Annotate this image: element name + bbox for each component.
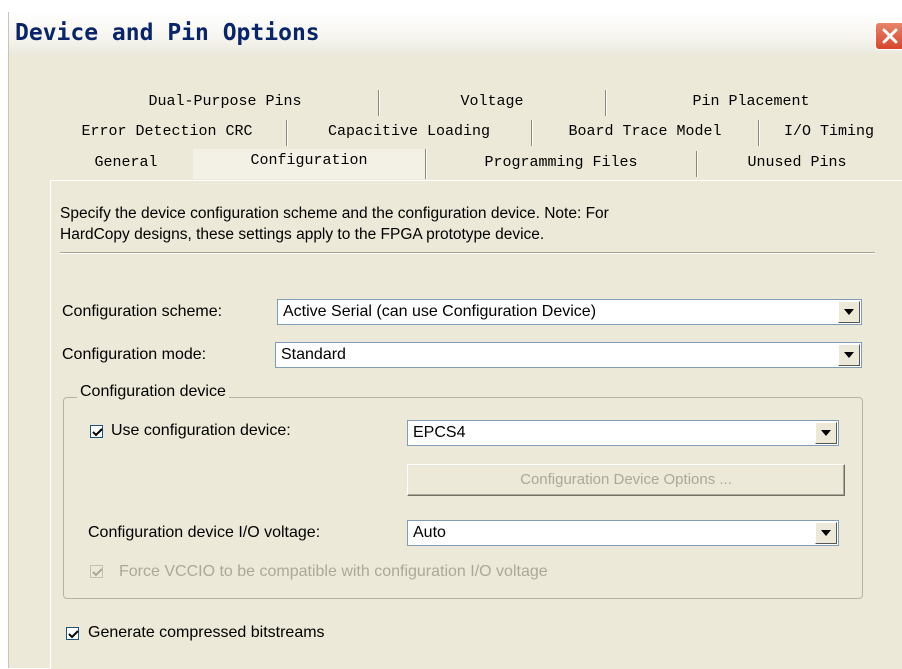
configuration-device-options-button[interactable]: Configuration Device Options ... (407, 464, 845, 496)
close-icon (882, 28, 898, 44)
device-select[interactable]: EPCS4 (407, 420, 839, 446)
tab-pin-placement[interactable]: Pin Placement (606, 90, 896, 116)
checkmark-icon (68, 630, 79, 639)
tab-configuration[interactable]: Configuration (193, 149, 426, 179)
tab-label: I/O Timing (783, 123, 874, 140)
chevron-down-icon[interactable] (838, 344, 860, 366)
tab-unused-pins[interactable]: Unused Pins (697, 151, 897, 177)
use-device-checkbox[interactable] (90, 425, 103, 438)
io-voltage-select[interactable]: Auto (407, 520, 839, 546)
tab-label: Voltage (460, 93, 524, 110)
divider (60, 252, 875, 254)
tab-io-timing[interactable]: I/O Timing (759, 120, 899, 146)
tab-label: Board Trace Model (568, 123, 722, 140)
tab-label: Configuration (250, 152, 368, 169)
panel-description: Specify the device configuration scheme … (60, 203, 830, 245)
mode-label: Configuration mode: (62, 346, 207, 363)
close-button[interactable] (875, 22, 902, 50)
tab-dual-purpose-pins[interactable]: Dual-Purpose Pins (72, 90, 379, 116)
compressed-label: Generate compressed bitstreams (88, 624, 325, 641)
io-voltage-label: Configuration device I/O voltage: (88, 524, 321, 541)
tab-voltage[interactable]: Voltage (379, 90, 606, 116)
mode-select[interactable]: Standard (275, 342, 862, 368)
checkmark-icon (92, 568, 103, 577)
title-bar[interactable]: Device and Pin Options (9, 12, 902, 54)
compressed-checkbox[interactable] (66, 627, 79, 640)
tab-general[interactable]: General (60, 151, 192, 177)
scheme-label: Configuration scheme: (62, 303, 223, 320)
tab-label: Pin Placement (692, 93, 810, 110)
chevron-down-icon[interactable] (815, 522, 837, 544)
scheme-value: Active Serial (can use Configuration Dev… (283, 303, 597, 320)
chevron-down-icon[interactable] (815, 422, 837, 444)
description-line: HardCopy designs, these settings apply t… (60, 226, 545, 243)
window-title: Device and Pin Options (15, 20, 320, 46)
description-line: Specify the device configuration scheme … (60, 205, 609, 222)
tab-label: Unused Pins (747, 154, 847, 171)
tab-label: Dual-Purpose Pins (148, 93, 302, 110)
tab-programming-files[interactable]: Programming Files (426, 151, 697, 177)
force-vccio-checkbox[interactable] (90, 565, 103, 578)
checkmark-icon (92, 428, 103, 437)
tab-label: Error Detection CRC (81, 123, 253, 140)
tab-label: Programming Files (484, 154, 638, 171)
tab-board-trace-model[interactable]: Board Trace Model (532, 120, 759, 146)
tab-error-detection-crc[interactable]: Error Detection CRC (48, 120, 287, 146)
tab-label: General (94, 154, 158, 171)
chevron-down-icon[interactable] (838, 301, 860, 323)
scheme-select[interactable]: Active Serial (can use Configuration Dev… (277, 299, 862, 325)
io-voltage-value: Auto (413, 524, 446, 541)
mode-value: Standard (281, 346, 346, 363)
force-vccio-label: Force VCCIO to be compatible with config… (119, 563, 548, 580)
device-value: EPCS4 (413, 424, 466, 441)
tab-label: Capacitive Loading (327, 123, 491, 140)
tab-capacitive-loading[interactable]: Capacitive Loading (287, 120, 532, 146)
group-title: Configuration device (77, 383, 229, 401)
use-device-label: Use configuration device: (111, 422, 291, 439)
